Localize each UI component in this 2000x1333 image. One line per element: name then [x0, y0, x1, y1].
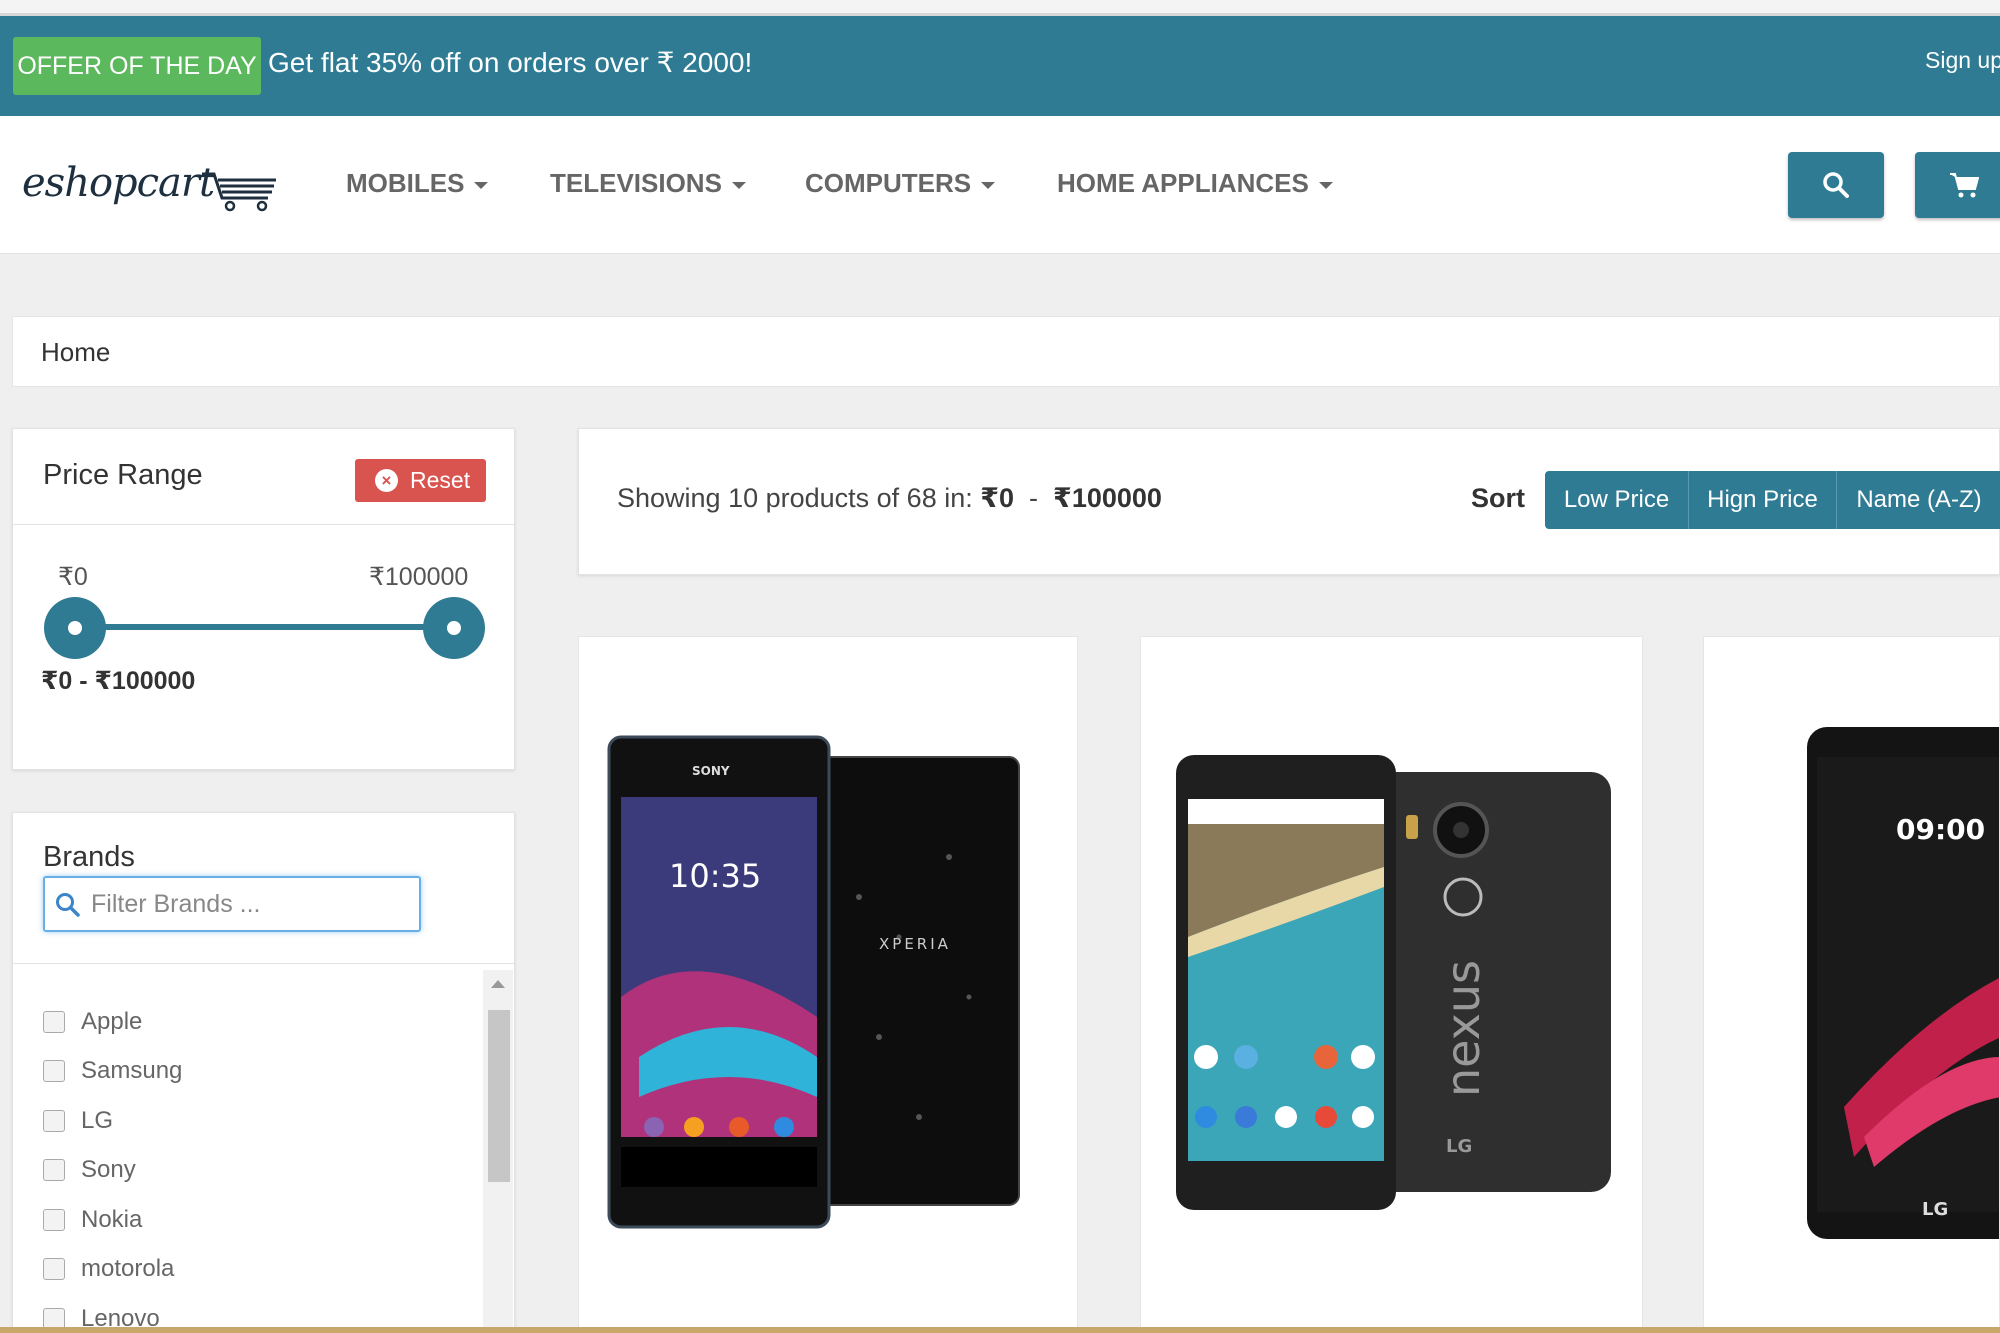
- signup-link[interactable]: Sign up: [1925, 47, 2000, 74]
- offer-bar: OFFER OF THE DAY Get flat 35% off on ord…: [0, 16, 2000, 116]
- cart-icon: [1950, 173, 1979, 198]
- divider: [13, 524, 514, 525]
- nav-mobiles-label: MOBILES: [346, 168, 465, 198]
- nav-computers[interactable]: COMPUTERS: [805, 168, 996, 199]
- close-circle-icon: ×: [375, 469, 398, 492]
- price-slider-max-handle[interactable]: [423, 597, 485, 659]
- brand-filter-field[interactable]: [43, 876, 421, 932]
- logo-text: eshopcart: [22, 160, 215, 206]
- brand-item-lg[interactable]: LG: [43, 1102, 293, 1142]
- navbar: eshopcart MOBILES TELEVISIONS COMPUTERS …: [0, 116, 2000, 254]
- nav-televisions-label: TELEVISIONS: [550, 168, 722, 198]
- results-range-min: ₹0: [980, 483, 1015, 513]
- price-range-panel: Price Range × Reset ₹0 ₹100000 ₹0 - ₹100…: [12, 428, 515, 770]
- brand-label: Apple: [81, 1008, 143, 1035]
- scrollbar-thumb[interactable]: [488, 1010, 510, 1182]
- brand-item-samsung[interactable]: Samsung: [43, 1052, 293, 1092]
- brand-item-motorola[interactable]: motorola: [43, 1250, 293, 1290]
- brand-list-scrollbar[interactable]: [483, 970, 513, 1333]
- sort-low-price-button[interactable]: Low Price: [1545, 471, 1689, 529]
- scroll-up-arrow-icon[interactable]: [491, 980, 505, 988]
- nav-mobiles[interactable]: MOBILES: [346, 168, 489, 199]
- results-range-separator: -: [1014, 483, 1054, 513]
- product-brand-text: SONY: [692, 764, 730, 778]
- brand-filter-input[interactable]: [91, 888, 411, 920]
- brands-panel: Brands Apple Samsung LG Sony Nokia motor…: [12, 812, 515, 1333]
- product-card[interactable]: XPERIA SONY 10:35: [578, 636, 1078, 1333]
- nav-home-appliances-label: HOME APPLIANCES: [1057, 168, 1309, 198]
- brand-label: Samsung: [81, 1057, 183, 1084]
- brand-label: Sony: [81, 1156, 136, 1183]
- price-slider-track[interactable]: [75, 624, 467, 630]
- product-image[interactable]: 09:00 LG: [1704, 637, 2000, 1333]
- range-min-label: ₹0: [58, 563, 88, 591]
- offer-text: Get flat 35% off on orders over ₹ 2000!: [268, 47, 753, 78]
- nav-computers-label: COMPUTERS: [805, 168, 972, 198]
- brand-checkbox[interactable]: [43, 1011, 65, 1033]
- breadcrumb-home[interactable]: Home: [41, 337, 110, 368]
- caret-down-icon: [1318, 181, 1333, 189]
- breadcrumb: Home: [12, 316, 2000, 387]
- cart-logo-icon: [202, 172, 276, 212]
- offer-badge: OFFER OF THE DAY: [13, 37, 261, 95]
- sort-high-price-button[interactable]: Hign Price: [1689, 471, 1837, 529]
- brand-checkbox[interactable]: [43, 1258, 65, 1280]
- reset-button[interactable]: × Reset: [355, 459, 486, 502]
- nav-home-appliances[interactable]: HOME APPLIANCES: [1057, 168, 1333, 199]
- results-summary: Showing 10 products of 68 in: ₹0 - ₹1000…: [617, 483, 1162, 514]
- brand-item-apple[interactable]: Apple: [43, 1003, 293, 1043]
- brands-title: Brands: [43, 841, 135, 873]
- logo[interactable]: eshopcart: [22, 156, 276, 216]
- window-bottom-edge: [0, 1327, 2000, 1333]
- brand-item-sony[interactable]: Sony: [43, 1151, 293, 1191]
- browser-top-edge: [0, 0, 2000, 16]
- sort-name-button[interactable]: Name (A-Z): [1837, 471, 2000, 529]
- brand-label: Nokia: [81, 1206, 143, 1233]
- brand-checkbox[interactable]: [43, 1110, 65, 1132]
- brand-checkbox[interactable]: [43, 1209, 65, 1231]
- product-screen-text: 09:00: [1896, 813, 1985, 846]
- product-brand-text: LG: [1922, 1199, 1948, 1220]
- selected-range-text: ₹0 - ₹100000: [41, 667, 196, 695]
- product-screen-text: nexus: [1436, 960, 1490, 1097]
- cart-button[interactable]: [1915, 152, 2000, 218]
- search-icon: [56, 893, 80, 917]
- svg-text:XPERIA: XPERIA: [879, 935, 951, 953]
- nav-televisions[interactable]: TELEVISIONS: [550, 168, 746, 199]
- brand-checkbox[interactable]: [43, 1060, 65, 1082]
- sort-label: Sort: [1471, 483, 1525, 513]
- caret-down-icon: [474, 181, 489, 189]
- price-range-title: Price Range: [43, 459, 203, 491]
- product-screen-text: 10:35: [669, 857, 761, 895]
- price-slider-min-handle[interactable]: [44, 597, 106, 659]
- caret-down-icon: [731, 181, 746, 189]
- caret-down-icon: [981, 181, 996, 189]
- search-icon: [1823, 172, 1849, 198]
- brand-checkbox[interactable]: [43, 1159, 65, 1181]
- product-image[interactable]: XPERIA SONY 10:35: [579, 637, 1078, 1333]
- results-range-max: ₹100000: [1053, 483, 1162, 513]
- search-button[interactable]: [1788, 152, 1884, 218]
- brand-label: motorola: [81, 1255, 175, 1282]
- product-image[interactable]: nexus LG: [1141, 637, 1643, 1333]
- results-summary-prefix: Showing 10 products of 68 in:: [617, 483, 981, 513]
- product-card[interactable]: 09:00 LG: [1703, 636, 2000, 1333]
- reset-label: Reset: [410, 467, 471, 493]
- product-card[interactable]: nexus LG: [1140, 636, 1643, 1333]
- range-max-label: ₹100000: [369, 563, 469, 591]
- brand-label: LG: [81, 1107, 114, 1134]
- product-brand-text: LG: [1446, 1136, 1472, 1157]
- divider: [13, 963, 514, 964]
- results-toolbar: Showing 10 products of 68 in: ₹0 - ₹1000…: [578, 428, 2000, 575]
- brand-item-nokia[interactable]: Nokia: [43, 1201, 293, 1241]
